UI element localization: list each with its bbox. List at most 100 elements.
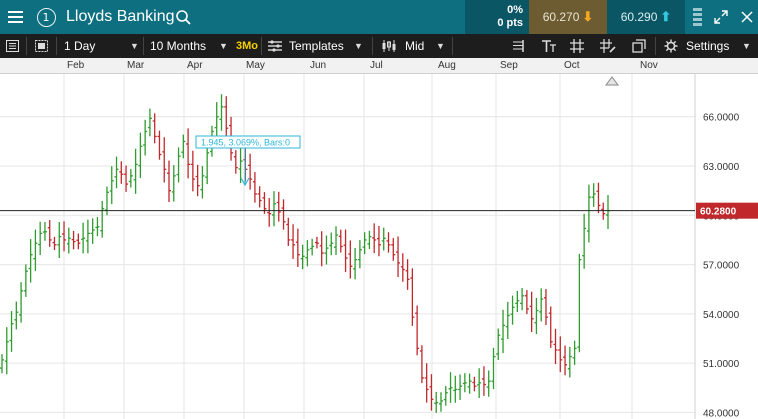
ohlc-bar (190, 150, 195, 192)
templates-button[interactable]: Templates (289, 34, 344, 58)
instrument-title[interactable]: Lloyds Banking (66, 0, 175, 34)
preset-3mo-button[interactable]: 3Mo (236, 34, 258, 58)
ohlc-bar (586, 184, 591, 243)
month-label: Jul (370, 60, 383, 71)
text-icon[interactable] (541, 34, 557, 58)
ohlc-bar (501, 309, 506, 354)
chevron-down-icon[interactable]: ▼ (354, 34, 363, 58)
chart-tools-icon[interactable] (268, 34, 282, 58)
ohlc-bar (367, 230, 372, 250)
ohlc-bar (448, 372, 453, 403)
ohlc-bar (458, 374, 463, 400)
ohlc-bar (133, 148, 138, 194)
candles-icon[interactable] (381, 34, 397, 58)
ohlc-bar (205, 145, 210, 185)
ohlc-bar (372, 223, 377, 254)
ohlc-bar (481, 366, 486, 396)
measure-label: 1.945, 3.069%, Bars:0 (201, 138, 290, 148)
chevron-down-icon[interactable]: ▼ (219, 34, 228, 58)
ohlc-bar (157, 130, 162, 160)
month-label: Sep (500, 60, 518, 71)
change-points: 0 pts (497, 17, 523, 29)
ohlc-bar (510, 295, 515, 325)
range-select[interactable]: 10 Months (150, 34, 206, 58)
ohlc-bar (606, 195, 610, 230)
month-label: Oct (564, 60, 580, 71)
ohlc-bars (0, 94, 610, 413)
buy-button[interactable]: 60.290 ⬆ (607, 0, 685, 34)
ohlc-bar (186, 128, 191, 179)
ohlc-bar (276, 191, 281, 222)
chevron-down-icon[interactable]: ▼ (742, 34, 751, 58)
ohlc-bar (267, 198, 272, 227)
month-label: May (246, 60, 265, 71)
grip-icon[interactable] (689, 0, 705, 34)
popout-icon[interactable] (632, 34, 646, 58)
ohlc-bar (582, 213, 587, 269)
layout-icon[interactable] (35, 34, 48, 58)
ohlc-bar (171, 165, 176, 202)
ohlc-bar (233, 150, 238, 174)
ohlc-bar (343, 229, 348, 273)
ohlc-bar (42, 222, 47, 241)
close-icon[interactable] (736, 0, 758, 34)
ohlc-bar (119, 161, 124, 184)
gear-icon[interactable] (664, 34, 678, 58)
ohlc-bar (310, 238, 315, 256)
ohlc-bar (238, 145, 243, 184)
ohlc-bar (429, 374, 434, 411)
ohlc-bar (338, 229, 343, 253)
ohlc-bar (81, 222, 86, 254)
search-icon[interactable] (172, 0, 194, 34)
ohlc-bar (128, 169, 133, 188)
ohlc-bar (467, 373, 472, 394)
ohlc-bar (291, 224, 296, 259)
ohlc-bar (472, 376, 477, 392)
ohlc-bar (248, 153, 253, 190)
price-chart[interactable]: 66.000063.000060.000057.000054.000051.00… (0, 74, 758, 419)
chevron-down-icon[interactable]: ▼ (130, 34, 139, 58)
ohlc-bar (572, 340, 577, 365)
drawing-icon[interactable] (511, 34, 525, 58)
crosshair-icon[interactable] (570, 34, 584, 58)
ohlc-bar (281, 199, 286, 230)
ohlc-bar (486, 370, 491, 397)
sell-button[interactable]: 60.270 ⬇ (529, 0, 607, 34)
panel-icon[interactable] (6, 34, 19, 58)
expand-icon[interactable] (710, 0, 732, 34)
ohlc-bar (66, 227, 71, 254)
chart-toolbar: 1 Day ▼ 10 Months ▼ 3Mo Templates ▼ Mid … (0, 34, 758, 58)
ohlc-bar (443, 385, 448, 406)
ohlc-bar (143, 119, 148, 156)
ohlc-bar (257, 186, 262, 208)
chevron-down-icon[interactable]: ▼ (436, 34, 445, 58)
interval-select[interactable]: 1 Day (64, 34, 95, 58)
settings-button[interactable]: Settings (686, 34, 729, 58)
drawing-tools-icon[interactable] (600, 34, 616, 58)
instrument-header: 1 Lloyds Banking 0% 0 pts 60.270 ⬇ 60.29… (0, 0, 758, 34)
ohlc-bar (252, 172, 257, 203)
ohlc-bar (23, 264, 28, 297)
menu-icon[interactable] (0, 0, 30, 34)
month-label: Mar (127, 60, 145, 71)
ohlc-bar (353, 247, 358, 280)
y-tick-label: 63.0000 (703, 162, 740, 173)
ohlc-bar (214, 102, 219, 141)
ohlc-bar (419, 345, 424, 384)
window-number-badge[interactable]: 1 (34, 0, 58, 34)
ohlc-bar (324, 235, 329, 265)
ohlc-bar (62, 221, 67, 252)
ohlc-bar (109, 166, 114, 205)
price-type-select[interactable]: Mid (405, 34, 424, 58)
ohlc-bar (577, 253, 582, 353)
ohlc-bar (9, 311, 14, 352)
ohlc-bar (295, 228, 300, 267)
ohlc-bar (71, 230, 76, 250)
ohlc-bar (453, 375, 458, 403)
y-tick-label: 51.0000 (703, 359, 740, 370)
ohlc-bar (286, 217, 291, 246)
settings-label: Settings (686, 39, 730, 53)
ohlc-bar (124, 165, 129, 192)
price-chart-svg[interactable]: 66.000063.000060.000057.000054.000051.00… (0, 74, 758, 419)
arrow-up-icon: ⬆ (660, 9, 672, 24)
